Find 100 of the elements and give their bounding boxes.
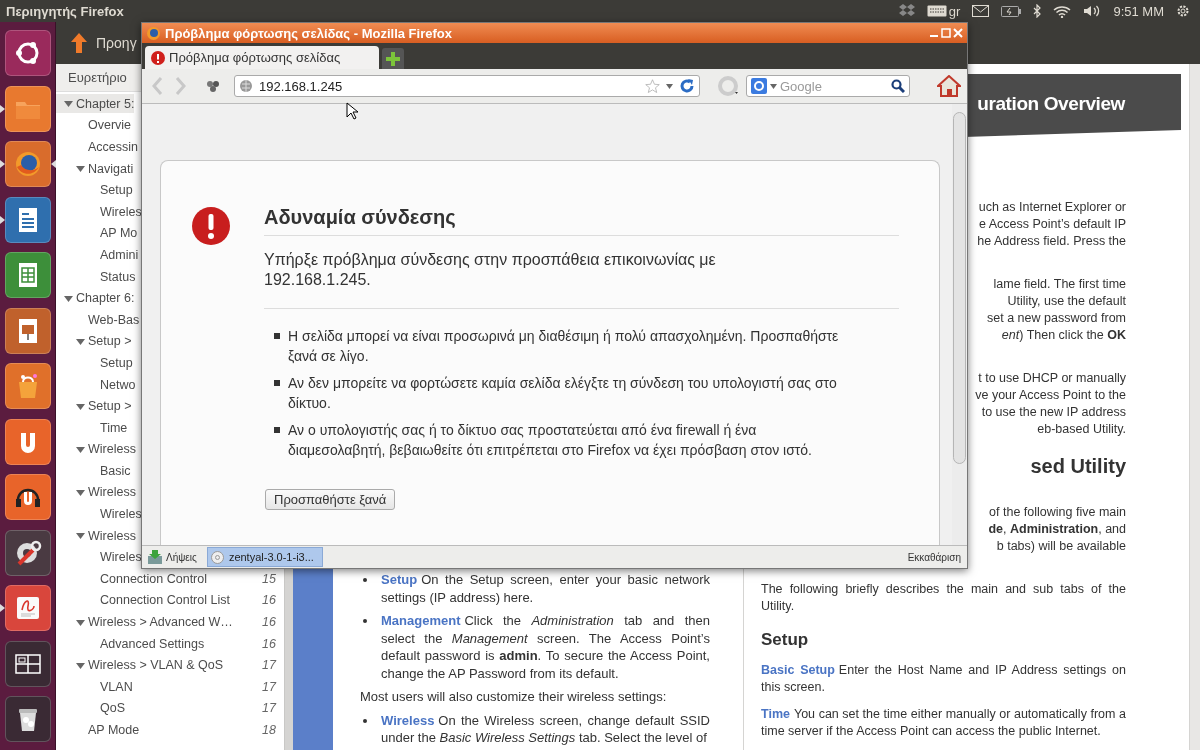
tree-item[interactable]: QoS 17 [56, 698, 284, 718]
tree-item[interactable]: Connection Control List 16 [56, 590, 284, 610]
tree-item[interactable]: Chapter 5: [56, 94, 135, 114]
search-icon[interactable] [891, 79, 905, 93]
tree-item[interactable]: Basic [56, 461, 131, 481]
suggestion-text: Η σελίδα μπορεί να είναι προσωρινά μη διαθέσιμη ή πολύ απασχολημένη. Προσπαθήστε ξανά σε λίγο. [288, 327, 840, 366]
paragraph: Most users will also customize their wireless settings: [360, 688, 668, 706]
tree-item[interactable]: Admini [56, 245, 139, 265]
clear-button[interactable]: Εκκαθάριση [907, 551, 961, 563]
tree-item[interactable]: Connection Control 15 [56, 569, 284, 589]
battery-icon[interactable] [1001, 5, 1022, 17]
expander-icon[interactable] [76, 164, 85, 174]
section-heading: sed Utility [1029, 454, 1126, 478]
wifi-icon[interactable] [1053, 4, 1072, 18]
section-heading: Setup [761, 629, 810, 651]
expander-icon[interactable] [76, 660, 85, 670]
tree-item[interactable]: Wireles [56, 504, 142, 524]
error-title: Αδυναμία σύνδεσης [264, 206, 899, 236]
error-icon [151, 50, 165, 65]
caret-icon[interactable] [770, 83, 777, 89]
paragraph: lame field. The first time Utility, use the default set a new password from ent) Then click the OK [987, 276, 1126, 344]
launcher-button[interactable] [4, 474, 51, 520]
dots-icon[interactable] [206, 80, 220, 92]
browser-tab[interactable]: Πρόβλημα φόρτωσης σελίδας [145, 46, 379, 69]
tree-item[interactable]: Status [56, 267, 136, 287]
close-icon[interactable] [953, 28, 963, 38]
tree-item[interactable]: Setup [56, 353, 133, 373]
caret-icon[interactable] [666, 83, 673, 89]
tree-item[interactable]: Chapter 6: [56, 288, 135, 308]
launcher-button[interactable] [4, 30, 51, 76]
tree-item[interactable]: Overvie [56, 115, 132, 135]
page-number: 17 [262, 679, 276, 694]
tree-item[interactable]: Web-Bas [56, 310, 140, 330]
tree-item[interactable]: Wireless [56, 439, 136, 459]
tree-item[interactable]: Time [56, 418, 128, 438]
tree-item[interactable]: AP Mo [56, 223, 138, 243]
tree-item[interactable]: AP Mode 18 [56, 720, 284, 740]
launcher-button[interactable] [4, 418, 51, 465]
star-icon[interactable] [645, 78, 660, 94]
expander-icon[interactable] [76, 531, 85, 541]
app-title: Περιηγητής Firefox [5, 3, 125, 19]
tree-item[interactable]: Wireles [56, 547, 142, 567]
scrollbar[interactable] [1190, 64, 1200, 750]
previous-button[interactable]: Προηγ [70, 32, 137, 54]
tree-item[interactable]: VLAN 17 [56, 677, 284, 697]
tree-item[interactable]: Wireless > Advanced W… 16 [56, 612, 284, 632]
expander-icon[interactable] [76, 487, 85, 497]
launcher-button[interactable] [4, 363, 51, 409]
tree-item[interactable]: Wireless > VLAN & QoS 17 [56, 655, 284, 675]
sidebar-title[interactable]: Ευρετήριο [68, 69, 127, 85]
mail-icon[interactable] [972, 5, 990, 17]
keyboard-icon[interactable] [926, 5, 947, 17]
disc-icon [210, 550, 224, 564]
tree-item[interactable]: Accessin [56, 137, 139, 157]
launcher-button[interactable] [4, 696, 51, 742]
tree-item[interactable]: Setup > [56, 331, 132, 351]
expander-icon[interactable] [64, 293, 73, 303]
tree-item[interactable]: Setup > [56, 396, 132, 416]
search-bar[interactable]: Google [746, 75, 910, 97]
address-input[interactable]: 192.168.1.245 [259, 78, 639, 94]
sync-icon[interactable] [898, 4, 915, 18]
tree-item[interactable]: Netwo [56, 375, 136, 394]
launcher-button[interactable] [4, 307, 51, 354]
search-engine-icon [751, 78, 767, 94]
maximize-icon[interactable] [941, 28, 951, 38]
expander-icon[interactable] [76, 617, 85, 627]
paragraph: The following briefly describes the main and sub tabs of the Utility. [761, 581, 1126, 615]
tree-item[interactable]: Wireless [56, 482, 136, 502]
tree-item[interactable]: Wireless [56, 526, 136, 546]
download-item[interactable]: zentyal-3.0-1-i3... [206, 547, 323, 567]
downloads-button[interactable]: Λήψεις [148, 550, 197, 564]
home-icon[interactable] [937, 75, 961, 97]
new-tab-button[interactable] [382, 48, 404, 69]
expander-icon[interactable] [76, 444, 85, 454]
scrollbar-thumb[interactable] [953, 112, 966, 464]
expander-icon[interactable] [64, 99, 73, 109]
launcher-button[interactable] [4, 640, 51, 687]
launcher-button[interactable] [4, 529, 51, 576]
tree-item[interactable]: Advanced Settings 16 [56, 634, 284, 654]
retry-button[interactable]: Προσπαθήστε ξανά [265, 489, 396, 510]
launcher-button[interactable] [4, 85, 51, 132]
launcher-button[interactable] [4, 585, 51, 631]
volume-icon[interactable] [1083, 4, 1102, 18]
plus-icon [386, 51, 400, 66]
keyboard-layout[interactable]: gr [948, 3, 961, 19]
gear-icon[interactable] [1176, 4, 1190, 18]
launcher-button[interactable] [4, 252, 51, 298]
clock[interactable]: 9:51 ΜΜ [1113, 3, 1164, 19]
launcher-button[interactable] [4, 196, 51, 243]
expander-icon[interactable] [76, 401, 85, 411]
scrollbar[interactable] [952, 104, 967, 545]
download-icon [148, 550, 162, 564]
expander-icon[interactable] [76, 336, 85, 346]
search-input[interactable]: Google [780, 78, 888, 94]
address-bar[interactable]: 192.168.1.245 [234, 75, 700, 97]
tree-item[interactable]: Navigati [56, 159, 134, 179]
tree-item[interactable]: Wireles [56, 202, 142, 222]
reload-icon[interactable] [679, 78, 695, 94]
bluetooth-icon[interactable] [1033, 4, 1042, 18]
tree-item[interactable]: Setup [56, 180, 133, 200]
